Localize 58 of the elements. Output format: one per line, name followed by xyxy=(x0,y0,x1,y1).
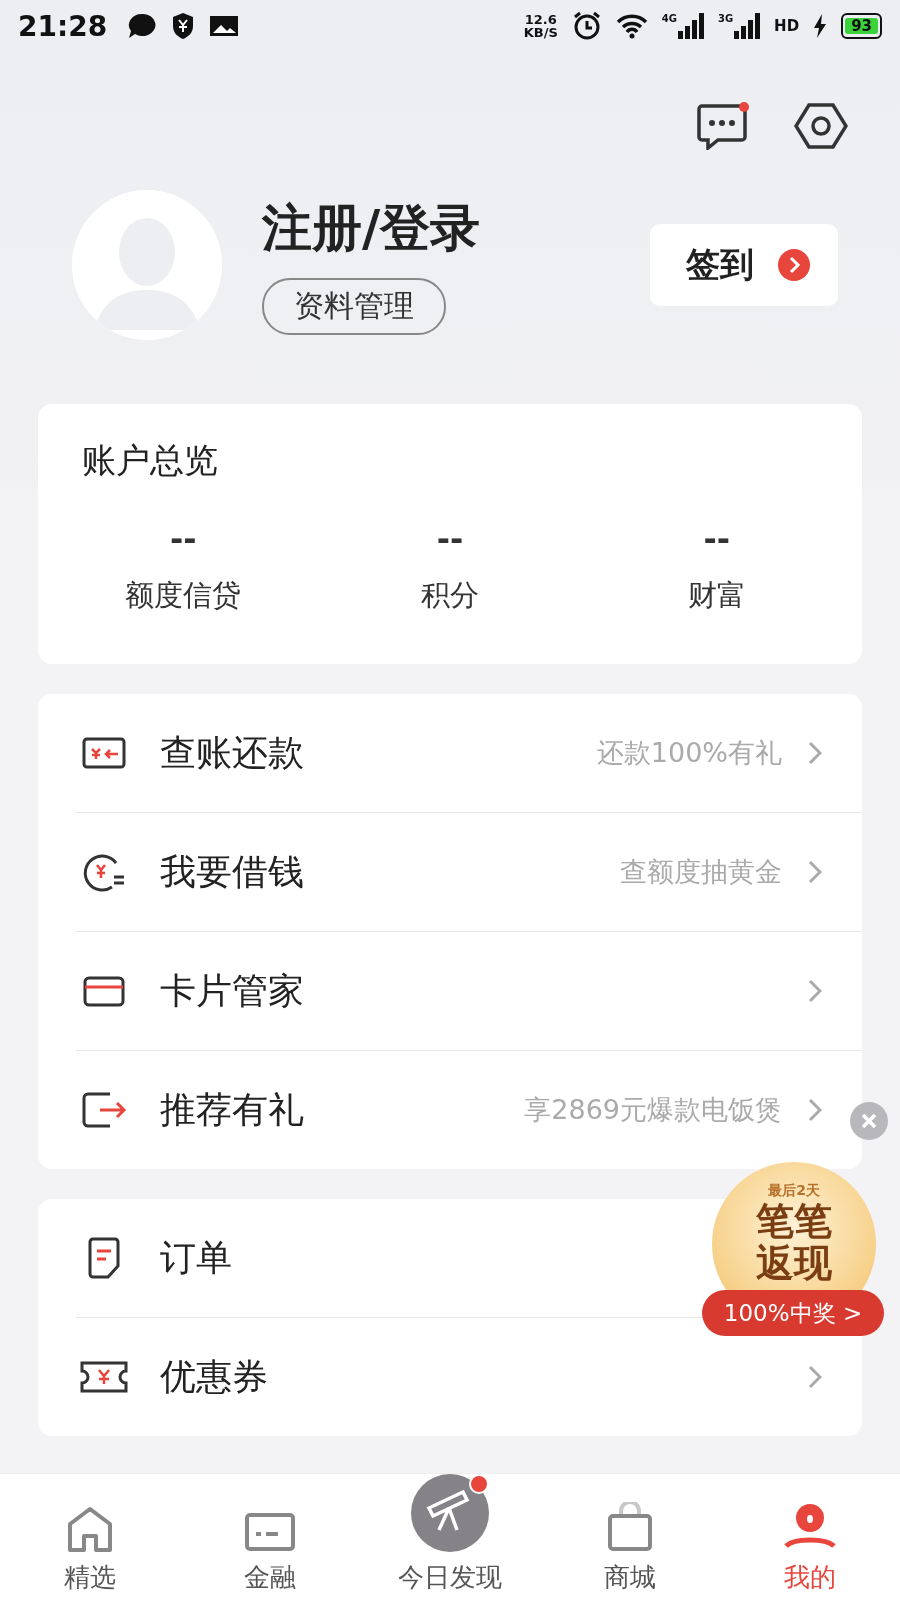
nav-tab[interactable]: 精选 xyxy=(0,1474,180,1600)
login-title[interactable]: 注册/登录 xyxy=(262,195,481,262)
signal-icon xyxy=(734,13,761,39)
stat-label: 额度信贷 xyxy=(124,577,243,614)
image-icon xyxy=(209,14,240,38)
chat-bubble-icon xyxy=(127,12,158,40)
menu-item[interactable]: 订单 xyxy=(160,1233,232,1283)
wifi-icon xyxy=(615,13,648,39)
stat-value: -- xyxy=(435,520,465,558)
nav-tab[interactable]: 金融 xyxy=(180,1474,360,1600)
card-title: 账户总览 xyxy=(81,439,219,482)
menu-hint: 查额度抽黄金 xyxy=(620,855,782,889)
ticket-icon xyxy=(79,1360,129,1394)
network-speed-unit: KB/S xyxy=(523,26,558,39)
chevron-right-icon xyxy=(808,860,822,884)
promo-title: 返现 xyxy=(756,1242,832,1284)
chevron-right-icon xyxy=(808,979,822,1003)
profile-button[interactable]: 资料管理 xyxy=(262,278,446,335)
status-time: 21:28 xyxy=(18,9,108,43)
close-icon xyxy=(860,1112,878,1130)
stat-value: -- xyxy=(702,520,731,558)
hd-voice-indicator: HD xyxy=(774,17,800,35)
menu-hint: 还款100%有礼 xyxy=(596,736,782,770)
network-type: 4G xyxy=(661,13,677,24)
settings-icon[interactable] xyxy=(794,102,848,150)
shopping-bag-icon xyxy=(606,1502,654,1552)
menu-item[interactable]: 我要借钱 xyxy=(160,847,304,897)
chevron-right-icon xyxy=(808,741,822,765)
battery-level: 93 xyxy=(845,18,878,34)
alarm-clock-icon xyxy=(571,11,602,41)
menu-item[interactable]: 卡片管家 xyxy=(160,966,304,1016)
nav-tab[interactable]: 今日发现 xyxy=(360,1474,540,1600)
chevron-right-icon xyxy=(808,1098,822,1122)
arrow-circle-icon xyxy=(778,249,810,281)
menu-item[interactable]: 推荐有礼 xyxy=(160,1085,304,1135)
network-type: 3G xyxy=(717,13,734,24)
menu-item[interactable]: 优惠券 xyxy=(160,1352,268,1402)
menu-item[interactable]: 查账还款 xyxy=(160,728,304,778)
nav-tab[interactable]: 我的 xyxy=(720,1474,900,1600)
chevron-right-icon xyxy=(808,1365,822,1389)
home-icon xyxy=(66,1506,114,1552)
shield-icon xyxy=(171,12,196,40)
exit-arrow-icon xyxy=(80,1090,128,1130)
menu-hint: 享2869元爆款电饭煲 xyxy=(524,1093,782,1127)
network-speed: 12.6 xyxy=(523,13,558,26)
promo-button[interactable]: 100%中奖 > xyxy=(702,1290,884,1336)
stat-label: 积分 xyxy=(420,577,480,614)
signal-icon xyxy=(677,13,704,39)
card-icon xyxy=(82,974,126,1008)
checkin-button[interactable]: 签到 xyxy=(650,224,838,306)
stat-value: -- xyxy=(169,520,198,558)
nav-tab[interactable]: 商城 xyxy=(540,1474,720,1600)
promo-tag: 最后2天 xyxy=(768,1182,820,1200)
card-icon xyxy=(244,1512,296,1552)
stat-label: 财富 xyxy=(686,577,747,614)
message-icon[interactable] xyxy=(696,102,752,150)
bill-icon xyxy=(82,736,126,770)
promo-title: 笔笔 xyxy=(756,1200,832,1242)
